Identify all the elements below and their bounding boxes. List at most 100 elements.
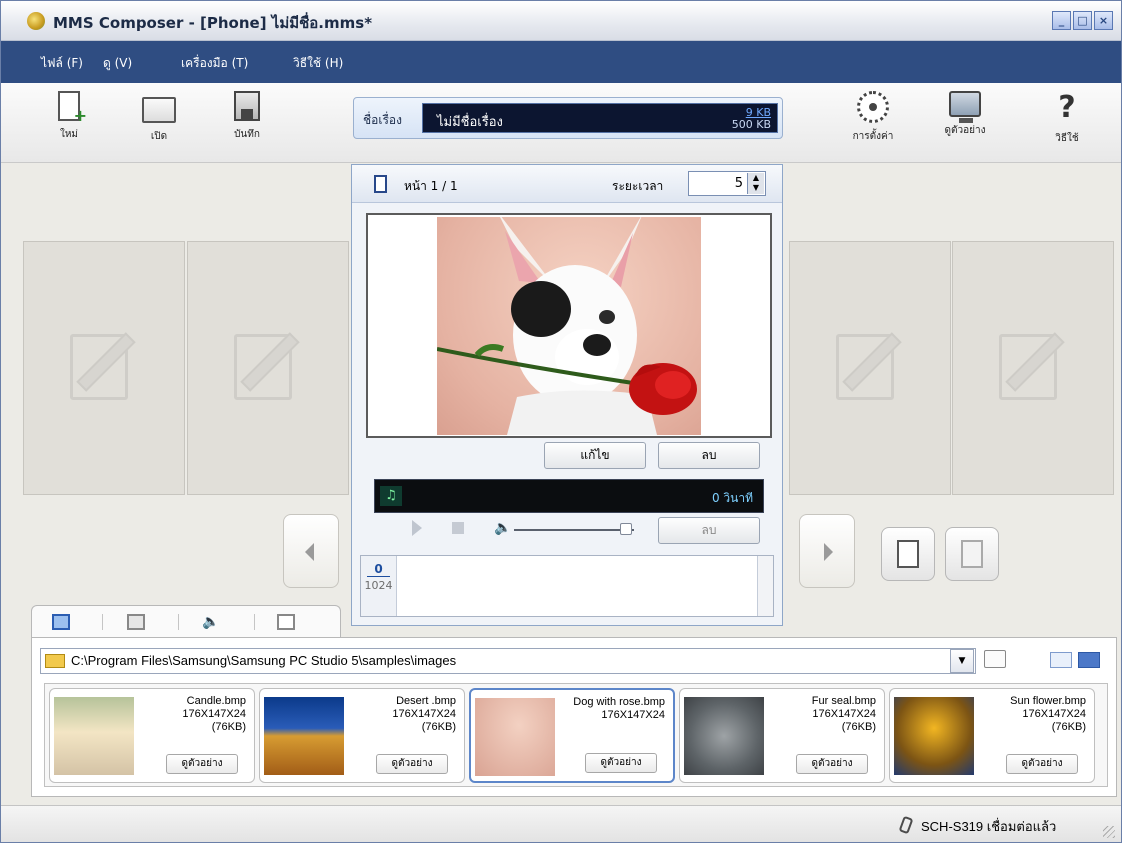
fur-seal-thumbnail: [684, 697, 764, 775]
volume-slider[interactable]: [514, 529, 634, 531]
menu-tools[interactable]: เครื่องมือ (T): [181, 54, 248, 73]
list-item[interactable]: Sun flower.bmp 176X147X24 (76KB) ดูตัวอย…: [889, 688, 1095, 783]
item-name: Candle.bmp: [186, 695, 246, 707]
close-button[interactable]: ×: [1094, 11, 1113, 30]
window-title: MMS Composer - [Phone] ไม่มีชื่อ.mms*: [53, 14, 373, 32]
size-max: 500 KB: [731, 118, 771, 131]
path-combobox[interactable]: C:\Program Files\Samsung\Samsung PC Stud…: [40, 648, 976, 674]
duration-value: 5: [734, 176, 743, 191]
subject-bar: ชื่อเรื่อง ไม่มีชื่อเรื่อง 9 KB 500 KB: [353, 97, 783, 139]
subject-value: ไม่มีชื่อเรื่อง: [437, 115, 503, 130]
item-name: Dog with rose.bmp: [573, 696, 665, 708]
phone-connection-icon: [898, 815, 914, 835]
item-dims: 176X147X24: [812, 708, 876, 720]
arrow-right-icon: [824, 543, 833, 561]
arrow-left-icon: [305, 543, 314, 561]
menu-bar: ไฟล์ (F) ดู (V) เครื่องมือ (T) วิธีใช้ (…: [1, 41, 1121, 83]
volume-icon[interactable]: 🔈: [494, 520, 511, 536]
delete-audio-button[interactable]: ลบ: [658, 517, 760, 544]
edit-page-icon: [234, 334, 292, 400]
resize-grip[interactable]: [1103, 826, 1115, 838]
help-button[interactable]: ? วิธีใช้: [1037, 91, 1097, 153]
subject-field[interactable]: ไม่มีชื่อเรื่อง 9 KB 500 KB: [422, 103, 778, 133]
stop-icon[interactable]: [452, 522, 464, 534]
new-file-icon: [58, 91, 87, 125]
dog-thumbnail: [475, 698, 555, 776]
slide-placeholder[interactable]: [187, 241, 349, 495]
help-icon: ?: [1058, 90, 1076, 125]
slide-editor: หน้า 1 / 1 ระยะเวลา 5 ▲ ▼ แก้ไข ลบ ♫ 0 ว…: [351, 164, 783, 626]
previous-page-button[interactable]: [283, 514, 339, 588]
settings-label: การตั้งค่า: [852, 131, 894, 142]
item-name: Sun flower.bmp: [1010, 695, 1086, 707]
up-folder-icon[interactable]: [984, 650, 1006, 668]
slide-placeholder[interactable]: [952, 241, 1114, 495]
chevron-down-icon[interactable]: ▼: [950, 649, 974, 673]
item-size: (76KB): [211, 721, 246, 733]
page-indicator: หน้า 1 / 1: [404, 179, 458, 193]
preview-button[interactable]: ดูตัวอย่าง: [935, 91, 995, 153]
list-view-icon[interactable]: [1050, 652, 1072, 668]
tab-text[interactable]: [277, 614, 295, 630]
new-button[interactable]: ใหม่: [39, 91, 99, 153]
help-label: วิธีใช้: [1055, 133, 1079, 144]
app-logo-icon: [27, 12, 45, 30]
menu-help[interactable]: วิธีใช้ (H): [293, 54, 343, 73]
delete-image-button[interactable]: ลบ: [658, 442, 760, 469]
thumbnail-view-icon[interactable]: [1078, 652, 1100, 668]
save-button[interactable]: บันทึก: [217, 91, 277, 153]
item-name: Desert .bmp: [396, 695, 456, 707]
preview-item-button[interactable]: ดูตัวอย่าง: [1006, 754, 1078, 774]
list-item[interactable]: Fur seal.bmp 176X147X24 (76KB) ดูตัวอย่า…: [679, 688, 885, 783]
item-dims: 176X147X24: [392, 708, 456, 720]
maximize-button[interactable]: □: [1073, 11, 1092, 30]
preview-item-button[interactable]: ดูตัวอย่าง: [376, 754, 448, 774]
slide-placeholder[interactable]: [23, 241, 185, 495]
tab-video[interactable]: [127, 614, 145, 630]
play-icon[interactable]: [412, 520, 422, 536]
open-folder-icon: [142, 97, 176, 123]
slide-placeholder[interactable]: [789, 241, 951, 495]
save-label: บันทึก: [234, 129, 260, 140]
edit-button[interactable]: แก้ไข: [544, 442, 646, 469]
item-size: (76KB): [841, 721, 876, 733]
tab-images[interactable]: [52, 614, 70, 630]
preview-item-button[interactable]: ดูตัวอย่าง: [796, 754, 868, 774]
settings-button[interactable]: การตั้งค่า: [843, 91, 903, 153]
next-page-button[interactable]: [799, 514, 855, 588]
char-counter: 0 1024: [361, 556, 397, 616]
list-item[interactable]: Dog with rose.bmp 176X147X24 ดูตัวอย่าง: [469, 688, 675, 783]
preview-item-button[interactable]: ดูตัวอย่าง: [585, 753, 657, 773]
edit-page-icon: [999, 334, 1057, 400]
preview-label: ดูตัวอย่าง: [944, 125, 986, 136]
duration-stepper[interactable]: 5 ▲ ▼: [688, 171, 766, 196]
connection-status: SCH-S319 เชื่อมต่อแล้ว: [921, 819, 1057, 834]
delete-page-button[interactable]: [945, 527, 999, 581]
menu-view[interactable]: ดู (V): [103, 54, 132, 73]
item-dims: 176X147X24: [182, 708, 246, 720]
mms-composer-window: MMS Composer - [Phone] ไม่มีชื่อ.mms* _ …: [0, 0, 1122, 843]
minimize-button[interactable]: _: [1052, 11, 1071, 30]
preview-item-button[interactable]: ดูตัวอย่าง: [166, 754, 238, 774]
menu-file[interactable]: ไฟล์ (F): [41, 54, 83, 73]
tab-audio[interactable]: 🔈: [202, 614, 222, 630]
audio-duration: 0 วินาที: [711, 491, 753, 505]
add-page-icon: [897, 540, 919, 568]
gear-icon: [857, 91, 889, 123]
subject-label: ชื่อเรื่อง: [363, 113, 402, 127]
add-page-button[interactable]: [881, 527, 935, 581]
open-button[interactable]: เปิด: [129, 91, 189, 153]
list-item[interactable]: Desert .bmp 176X147X24 (76KB) ดูตัวอย่าง: [259, 688, 465, 783]
item-size: (76KB): [1051, 721, 1086, 733]
text-scrollbar[interactable]: [757, 556, 773, 616]
desert-thumbnail: [264, 697, 344, 775]
message-text-area[interactable]: 0 1024: [360, 555, 774, 617]
spin-arrows-icon[interactable]: ▲ ▼: [747, 173, 764, 194]
volume-slider-thumb[interactable]: [620, 523, 632, 535]
edit-page-icon: [836, 334, 894, 400]
sun-flower-thumbnail: [894, 697, 974, 775]
page-icon: [374, 175, 387, 193]
media-tabs: 🔈: [31, 605, 341, 637]
item-dims: 176X147X24: [1022, 708, 1086, 720]
list-item[interactable]: Candle.bmp 176X147X24 (76KB) ดูตัวอย่าง: [49, 688, 255, 783]
